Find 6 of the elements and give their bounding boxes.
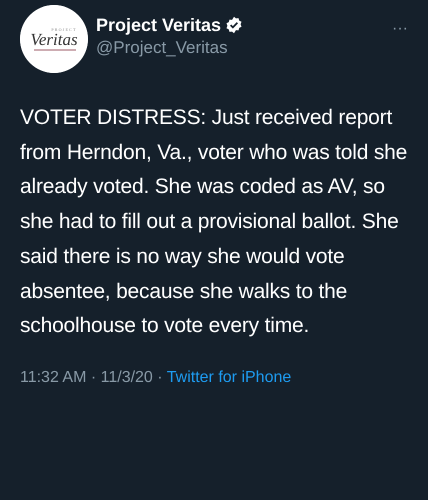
account-name[interactable]: Project Veritas — [96, 14, 222, 36]
source-link[interactable]: Twitter for iPhone — [166, 368, 292, 386]
tweet-text: VOTER DISTRESS: Just received report from Herndon, Va., voter who was told she already voted. She was coded as AV, so she had to fill out a provisional ballot. She said there is no way she would vote absentee, because she walks to the schoolhouse to vote every time. — [20, 105, 408, 340]
tweet-timestamp: 11:32 AM · 11/3/20 · — [20, 368, 163, 386]
more-options-button[interactable]: ··· — [388, 21, 412, 37]
account-handle[interactable]: @Project_Veritas — [96, 37, 388, 59]
